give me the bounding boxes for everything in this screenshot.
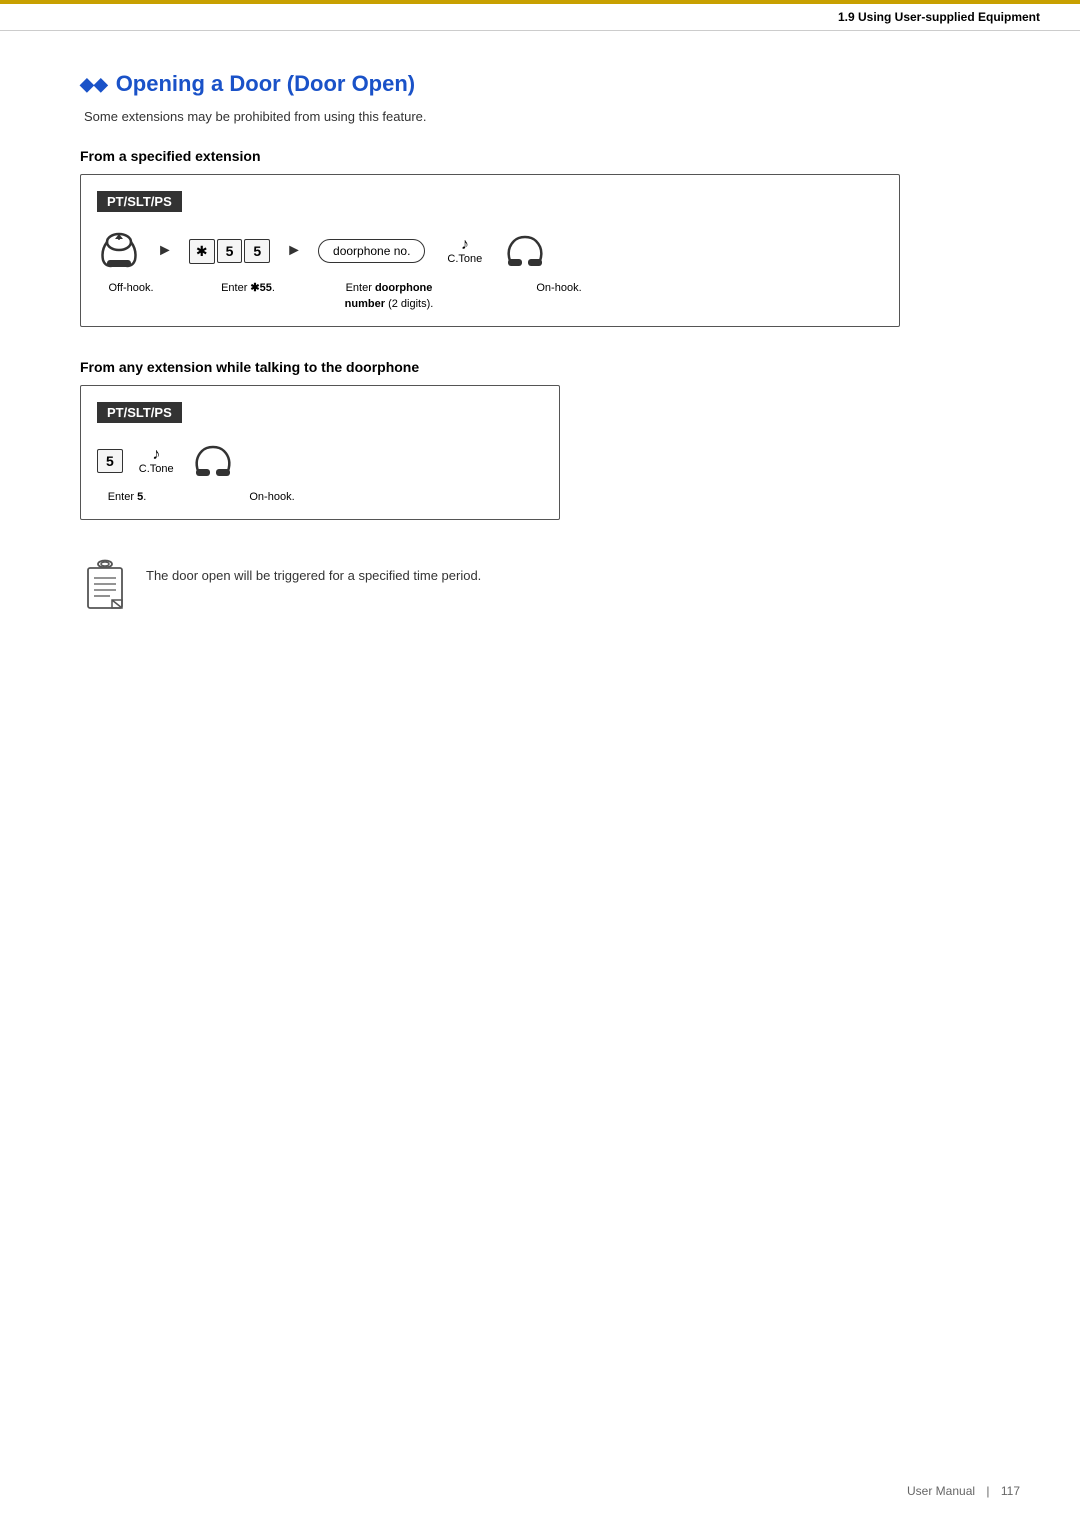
section-title: 1.9 Using User-supplied Equipment (838, 10, 1040, 24)
note-section: The door open will be triggered for a sp… (80, 558, 1000, 614)
footer-page: 117 (1001, 1484, 1020, 1498)
offhook-icon-group (97, 232, 141, 270)
key-5-1: 5 (217, 239, 243, 263)
keys-star55: ✱ 5 5 (189, 239, 270, 264)
footer-label: User Manual (907, 1484, 975, 1498)
key-5-narrow: 5 (97, 449, 123, 473)
section-header: 1.9 Using User-supplied Equipment (0, 4, 1080, 31)
diagram-box-1: PT/SLT/PS ► (80, 174, 900, 327)
onhook-icon-2 (190, 443, 236, 479)
doorphone-box-group: doorphone no. (318, 239, 425, 263)
label-enter55: Enter ✱55. (193, 278, 303, 294)
arrow-1: ► (157, 242, 173, 260)
ctone-group-2: ♪ C.Tone (139, 447, 174, 475)
section2: From any extension while talking to the … (80, 359, 1000, 548)
offhook-label: Off-hook. (108, 282, 153, 294)
enter55-label: Enter ✱55. (221, 282, 275, 294)
label-onhook-2-wrap: On-hook. (237, 487, 307, 503)
onhook-icon-group-2 (190, 443, 236, 479)
key5-group: 5 (97, 449, 123, 473)
onhook-label-1: On-hook. (536, 282, 581, 294)
ctone-label-2: C.Tone (139, 463, 174, 475)
page-title: ◆◆ Opening a Door (Door Open) (80, 71, 1000, 97)
key-5-2: 5 (244, 239, 270, 263)
onhook-label-2: On-hook. (249, 491, 294, 503)
label-enter5-wrap: Enter 5. (97, 487, 157, 503)
page-content: ◆◆ Opening a Door (Door Open) Some exten… (0, 31, 1080, 674)
doorphone-label: Enter doorphonenumber (2 digits). (345, 282, 434, 310)
label-onhook-1: On-hook. (529, 278, 589, 294)
footer-divider: | (986, 1484, 989, 1498)
footer: User Manual | 117 (907, 1484, 1020, 1498)
doorphone-box: doorphone no. (318, 239, 425, 263)
diagram-box-2: PT/SLT/PS 5 ♪ C.Tone (80, 385, 560, 520)
section2-heading: From any extension while talking to the … (80, 359, 1000, 375)
offhook-icon (97, 232, 141, 270)
label-doorphone: Enter doorphonenumber (2 digits). (319, 278, 459, 310)
key-group-star55: ✱ 5 5 (189, 239, 270, 264)
section1-heading: From a specified extension (80, 148, 1000, 164)
page-subtitle: Some extensions may be prohibited from u… (84, 109, 1000, 124)
flow-row-1: ► ✱ 5 5 ► doorphone no. ♪ C.Tone (97, 232, 875, 270)
music-note-icon-2: ♪ (152, 447, 160, 463)
arrow-2: ► (286, 242, 302, 260)
box-label-2: PT/SLT/PS (97, 402, 182, 423)
note-icon (80, 558, 130, 614)
box-label-1: PT/SLT/PS (97, 191, 182, 212)
enter5-label: Enter 5. (108, 491, 147, 503)
label-offhook: Off-hook. (97, 278, 165, 294)
ctone-label-1: C.Tone (447, 253, 482, 265)
note-text: The door open will be triggered for a sp… (146, 558, 481, 583)
label-row-1: Off-hook. Enter ✱55. Enter doorphonenumb… (97, 278, 875, 310)
onhook-icon-group-1 (502, 233, 548, 269)
key-star: ✱ (189, 239, 215, 264)
onhook-icon-1 (502, 233, 548, 269)
title-text: Opening a Door (Door Open) (116, 71, 415, 97)
label-row-2: Enter 5. On-hook. (97, 487, 535, 503)
diamond-icon: ◆◆ (80, 74, 108, 95)
flow-row-2: 5 ♪ C.Tone (97, 443, 535, 479)
music-note-icon-1: ♪ (461, 237, 469, 253)
ctone-group-1: ♪ C.Tone (447, 237, 482, 265)
